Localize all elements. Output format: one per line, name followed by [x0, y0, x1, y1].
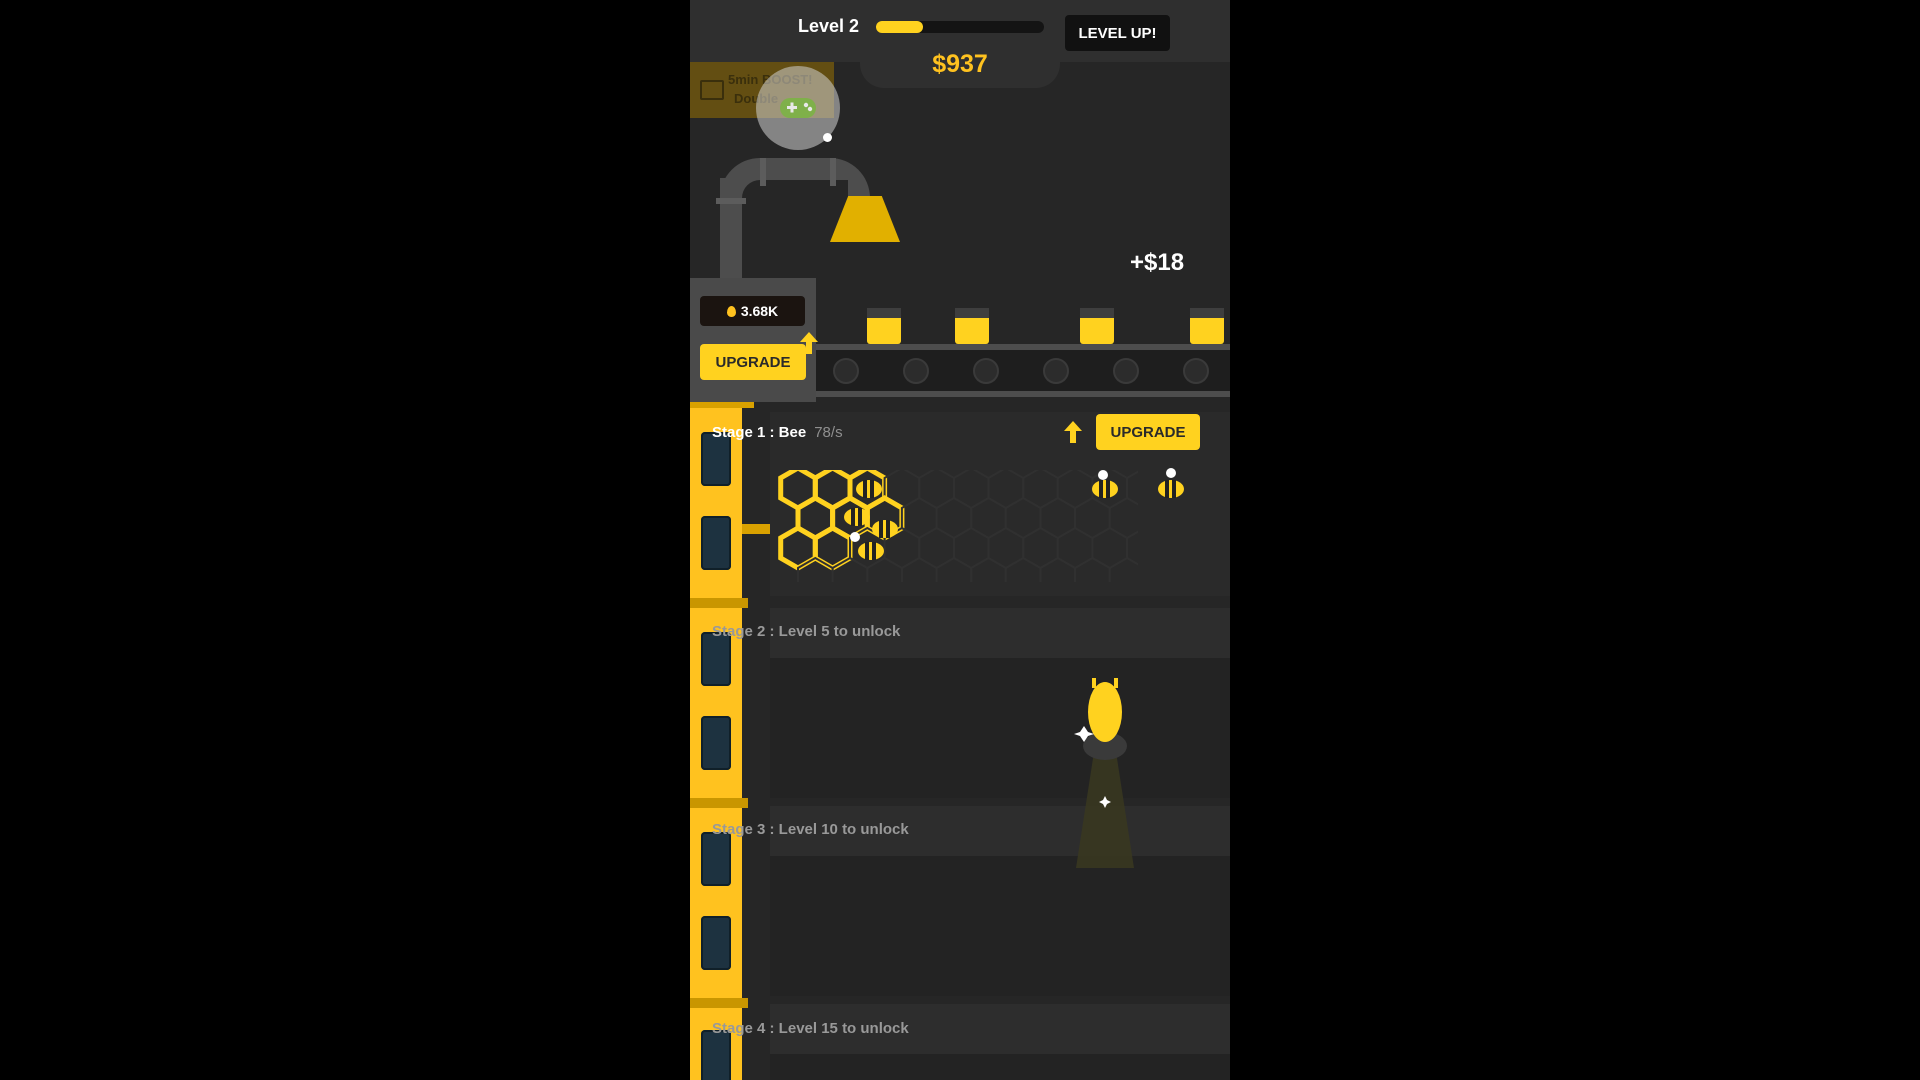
stage-1-title: Stage 1 : Bee 78/s — [712, 424, 843, 441]
rail-band — [690, 598, 748, 608]
conveyor-gear — [833, 358, 859, 384]
bee-wing — [850, 532, 860, 542]
video-ad-icon — [700, 80, 724, 100]
gamepad-icon — [780, 98, 816, 118]
stage-4-body — [770, 1054, 1230, 1080]
stage-4-title: Stage 4 : Level 15 to unlock — [712, 1020, 909, 1037]
stage-1-rate: 78/s — [814, 424, 843, 441]
honeycomb-cell-empty — [831, 556, 869, 582]
conveyor-bottom-rail — [816, 391, 1230, 397]
honey-amount: 3.68K — [740, 303, 779, 319]
pipe-vertical — [720, 178, 742, 282]
level-label: Level 2 — [798, 16, 860, 36]
bee-wing — [1166, 468, 1176, 478]
rail-band — [690, 998, 748, 1008]
bee-icon — [1092, 480, 1118, 498]
honeycomb-cell-empty — [1074, 556, 1111, 582]
conveyor-gear — [1183, 358, 1209, 384]
tube-window — [701, 1030, 731, 1080]
honey-jar — [1190, 308, 1224, 344]
tube-window — [701, 632, 731, 686]
pipe-ring — [830, 158, 836, 186]
game-screen: Level 2 LEVEL UP! $937 5min BOOST! Doubl… — [690, 0, 1230, 1080]
honeycomb-grid — [778, 470, 1138, 582]
honeycomb-cell-empty — [797, 556, 834, 582]
tube-window — [701, 916, 731, 970]
conveyor-belt — [816, 350, 1230, 391]
tube-window — [701, 716, 731, 770]
honeycomb-cell-empty — [987, 470, 1025, 510]
conveyor-gear — [973, 358, 999, 384]
honey-jar — [867, 308, 901, 344]
bee-icon — [844, 508, 870, 526]
bee-icon — [856, 480, 882, 498]
honeycomb-cell-empty — [1108, 556, 1138, 582]
honeycomb-cell-empty — [935, 556, 973, 582]
conveyor-gear — [903, 358, 929, 384]
machine-upgrade-button[interactable]: UPGRADE — [700, 344, 806, 380]
cursor-dot — [823, 133, 832, 142]
level-progress-fill — [876, 21, 924, 33]
queen-bee-spotlight — [1074, 678, 1134, 868]
conveyor-gear — [1113, 358, 1139, 384]
stage-1-upgrade-button[interactable]: UPGRADE — [1096, 414, 1200, 450]
tube-window — [701, 832, 731, 886]
honeycomb-cell-empty — [1039, 556, 1077, 582]
honeycomb-cell-empty — [900, 556, 938, 582]
pipe-ring — [760, 158, 766, 186]
stage-2-title: Stage 2 : Level 5 to unlock — [712, 623, 901, 640]
floating-income: +$18 — [1130, 249, 1185, 276]
honey-storage-badge: 3.68K — [700, 296, 805, 326]
pipe-ring — [716, 198, 746, 204]
honeycomb-cell-empty — [970, 556, 1007, 582]
level-up-button[interactable]: LEVEL UP! — [1065, 15, 1170, 51]
honey-jar — [955, 308, 989, 344]
bee-icon — [858, 542, 884, 560]
stage-2-body — [770, 658, 1230, 798]
honeycomb-cell-empty — [1022, 470, 1059, 510]
rail-band — [690, 798, 748, 808]
tube-window — [701, 516, 731, 570]
stage-1-up-arrow-icon — [1064, 421, 1082, 443]
honeycomb-cell-empty — [918, 470, 955, 510]
honeycomb-cell-empty — [1108, 496, 1138, 540]
honeycomb-cell-empty — [952, 470, 990, 510]
rail-branch — [742, 524, 770, 534]
honeycomb-cell-empty — [866, 556, 903, 582]
bee-icon — [1158, 480, 1184, 498]
conveyor-gear — [1043, 358, 1069, 384]
honeycomb-cell-empty — [1056, 470, 1094, 510]
honey-drop-icon — [726, 305, 736, 317]
stage-3-body — [770, 856, 1230, 996]
rail-cap — [690, 402, 754, 408]
bee-wing — [1098, 470, 1108, 480]
honey-jar — [1080, 308, 1114, 344]
conveyor-top-rail — [816, 344, 1230, 350]
stage-1-title-text: Stage 1 : Bee — [712, 424, 807, 441]
honeycomb-cell-empty — [1004, 556, 1042, 582]
stage-3-title: Stage 3 : Level 10 to unlock — [712, 821, 909, 838]
bee-icon — [872, 520, 898, 538]
level-progress-bar — [876, 21, 1044, 33]
